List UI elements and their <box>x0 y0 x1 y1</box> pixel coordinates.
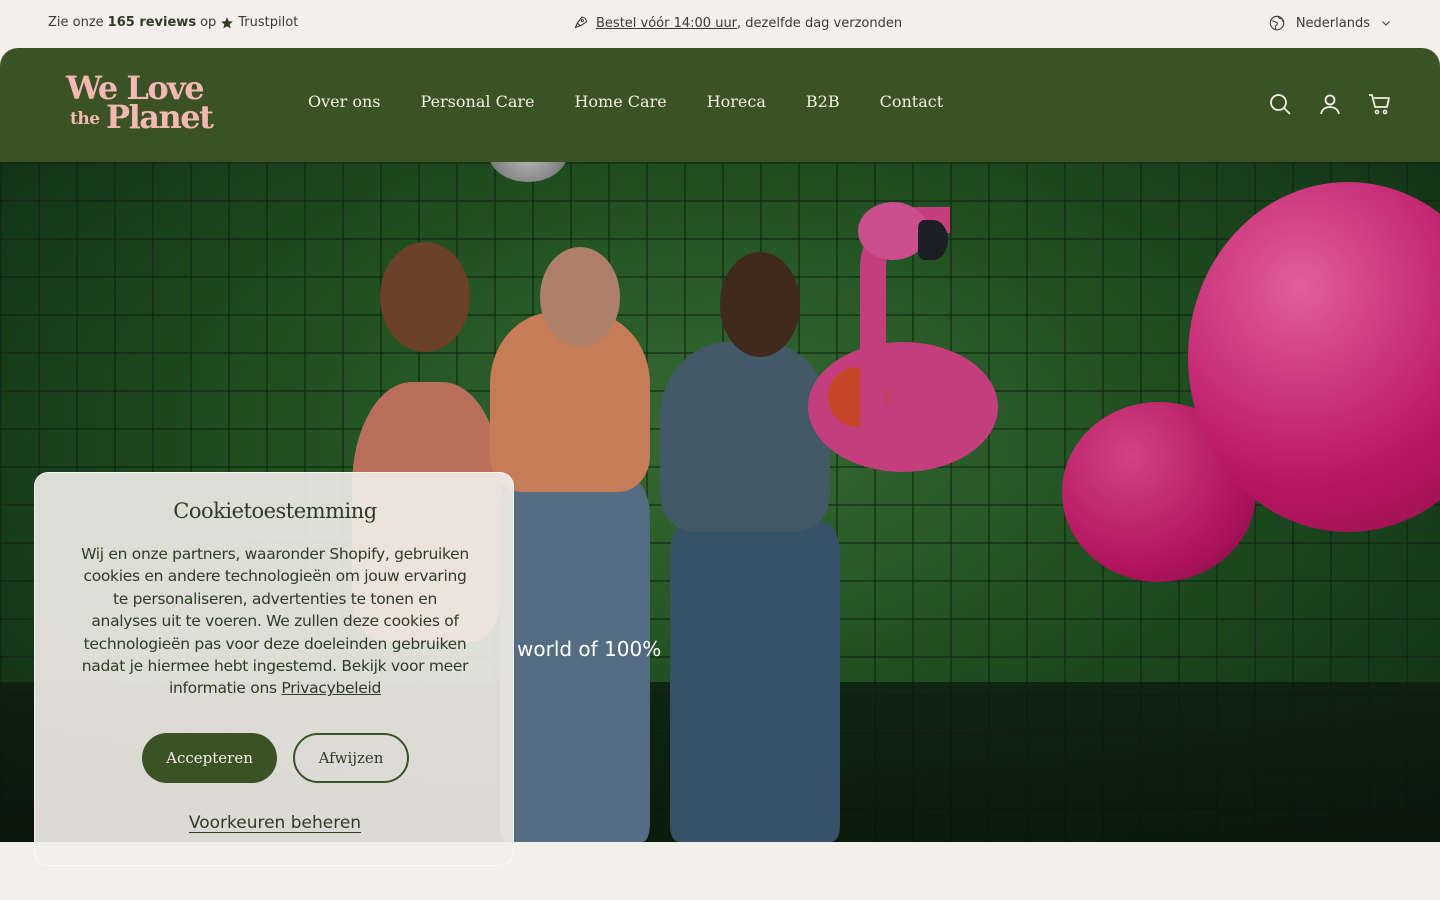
logo-line-2-big: Planet <box>106 98 214 136</box>
account-icon[interactable] <box>1318 92 1342 116</box>
header-actions <box>1268 92 1392 116</box>
nav-horeca[interactable]: Horeca <box>707 92 766 111</box>
trustpilot-star-icon <box>221 16 234 28</box>
cookie-consent-dialog: Cookietoestemming Wij en onze partners, … <box>34 472 514 866</box>
shipping-notice: Bestel vóór 14:00 uur, dezelfde dag verz… <box>572 15 902 31</box>
cookie-title: Cookietoestemming <box>173 499 377 523</box>
accept-button[interactable]: Accepteren <box>142 733 277 783</box>
trustpilot-label: Trustpilot <box>238 15 299 30</box>
reviews-count: 165 reviews <box>107 15 197 30</box>
privacy-policy-link[interactable]: Privacybeleid <box>281 679 381 697</box>
language-selector[interactable]: Nederlands <box>1268 14 1392 32</box>
rocket-icon <box>574 16 588 29</box>
nav-b2b[interactable]: B2B <box>806 92 840 111</box>
announcement-bar: Zie onze 165 reviews op Trustpilot Beste… <box>0 0 1440 48</box>
globe-icon <box>1269 15 1285 31</box>
site-header: We Love the Planet Over ons Personal Car… <box>0 48 1440 162</box>
decline-button[interactable]: Afwijzen <box>293 733 409 783</box>
brand-logo[interactable]: We Love the Planet <box>66 72 236 136</box>
nav-over-ons[interactable]: Over ons <box>308 92 381 111</box>
search-icon[interactable] <box>1268 92 1292 116</box>
shipping-text: , dezelfde dag verzonden <box>737 15 903 31</box>
cookie-body-text: Wij en onze partners, waaronder Shopify,… <box>81 545 469 698</box>
nav-home-care[interactable]: Home Care <box>574 92 666 111</box>
reviews-prefix: Zie onze <box>48 15 104 30</box>
nav-personal-care[interactable]: Personal Care <box>421 92 535 111</box>
cart-icon[interactable] <box>1368 92 1392 116</box>
hero-tagline: world of 100% <box>517 637 662 661</box>
logo-line-2-small: the <box>70 109 100 129</box>
language-label: Nederlands <box>1295 15 1370 31</box>
cookie-body: Wij en onze partners, waaronder Shopify,… <box>81 543 469 700</box>
shipping-link[interactable]: Bestel vóór 14:00 uur <box>596 16 737 31</box>
nav-contact[interactable]: Contact <box>880 92 944 111</box>
manage-preferences: Voorkeuren beheren <box>35 813 515 833</box>
chevron-down-icon <box>1382 21 1390 26</box>
main-nav: Over ons Personal Care Home Care Horeca … <box>308 92 943 111</box>
manage-preferences-link[interactable]: Voorkeuren beheren <box>189 813 361 833</box>
reviews-mid: op <box>200 15 217 30</box>
reviews-notice: Zie onze 165 reviews op Trustpilot <box>48 15 298 30</box>
